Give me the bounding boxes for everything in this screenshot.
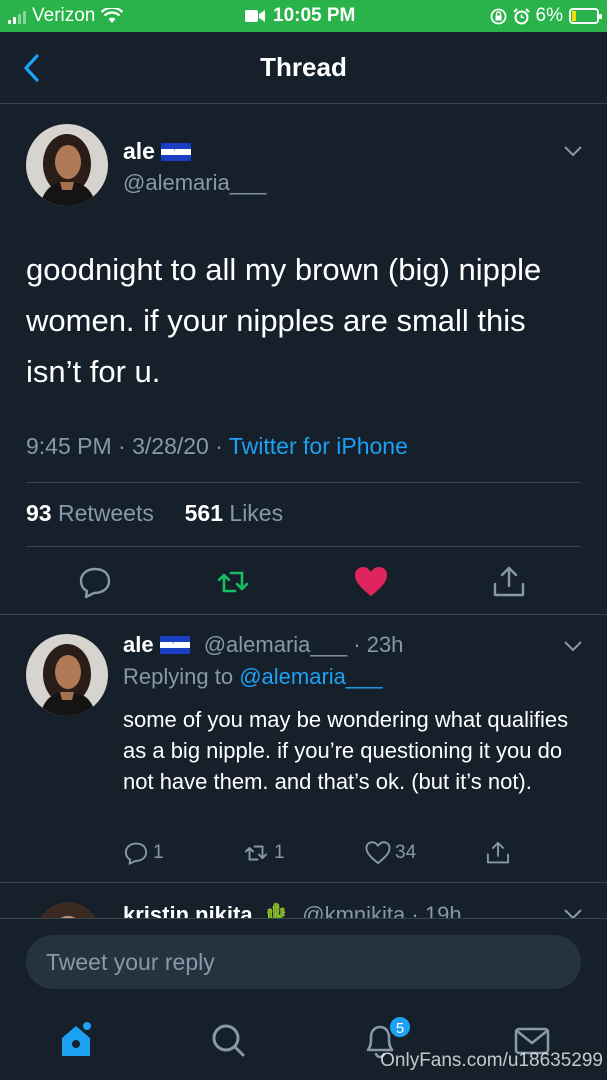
tweet-time: 9:45 PM bbox=[26, 433, 112, 459]
tweet-source-link[interactable]: Twitter for iPhone bbox=[229, 433, 408, 459]
author-name[interactable]: ale bbox=[123, 138, 191, 165]
notifications-badge: 5 bbox=[388, 1015, 412, 1039]
divider bbox=[0, 614, 607, 615]
chevron-down-icon[interactable] bbox=[563, 640, 583, 652]
reply-header: ale @alemaria___ · 23h bbox=[123, 632, 403, 658]
search-icon[interactable] bbox=[208, 1020, 248, 1060]
avatar[interactable] bbox=[26, 634, 108, 716]
reply-input[interactable] bbox=[26, 935, 581, 989]
retweet-icon[interactable] bbox=[215, 564, 251, 600]
heart-icon bbox=[365, 841, 391, 865]
share-icon bbox=[486, 841, 510, 864]
likes-stat[interactable]: 561 Likes bbox=[185, 500, 283, 526]
status-bar: Verizon 10:05 PM 6% bbox=[0, 0, 607, 32]
author-handle[interactable]: @alemaria___ bbox=[204, 632, 347, 657]
battery-percent: 6% bbox=[535, 5, 563, 26]
divider bbox=[26, 482, 581, 483]
tweet-age: 23h bbox=[366, 632, 404, 657]
share-icon[interactable] bbox=[491, 564, 527, 600]
cactus-icon: 🌵 bbox=[262, 902, 291, 918]
watermark: OnlyFans.com/u18635299 bbox=[380, 1050, 603, 1071]
retweet-count: 1 bbox=[274, 842, 285, 863]
battery-icon bbox=[569, 8, 602, 24]
avatar bbox=[36, 902, 100, 918]
header: Thread bbox=[0, 32, 607, 104]
next-tweet[interactable]: kristin nikita 🌵 @kmnikita · 19h bbox=[0, 884, 607, 918]
replying-to-handle[interactable]: @alemaria___ bbox=[239, 664, 382, 689]
honduras-flag-icon bbox=[160, 142, 191, 161]
tweet-date: 3/28/20 bbox=[132, 433, 209, 459]
author-handle: @kmnikita bbox=[302, 902, 406, 918]
share-button[interactable] bbox=[485, 840, 511, 866]
chevron-down-icon[interactable] bbox=[563, 145, 583, 157]
reply-icon bbox=[124, 842, 148, 865]
home-icon[interactable] bbox=[56, 1020, 96, 1060]
reply-count: 1 bbox=[153, 842, 164, 863]
author-name[interactable]: ale bbox=[123, 632, 154, 657]
reply-icon[interactable] bbox=[77, 564, 113, 600]
video-recording-icon bbox=[245, 10, 265, 22]
author-handle[interactable]: @alemaria___ bbox=[123, 170, 266, 196]
retweets-stat[interactable]: 93 Retweets bbox=[26, 500, 154, 526]
page-title: Thread bbox=[260, 52, 347, 82]
like-heart-icon[interactable] bbox=[353, 564, 389, 600]
retweet-button[interactable]: 1 bbox=[242, 840, 285, 866]
chevron-down-icon[interactable] bbox=[563, 908, 583, 918]
tweet-stats: 93 Retweets 561 Likes bbox=[26, 500, 283, 527]
replying-to: Replying to @alemaria___ bbox=[123, 664, 383, 689]
tweet-meta: 9:45 PM · 3/28/20 · Twitter for iPhone bbox=[26, 433, 408, 459]
reply-actions: 1 1 34 bbox=[0, 840, 607, 870]
retweet-icon bbox=[244, 845, 268, 861]
wifi-icon bbox=[101, 8, 124, 23]
avatar[interactable] bbox=[26, 124, 108, 206]
like-count: 34 bbox=[395, 842, 417, 863]
tweet-text: goodnight to all my brown (big) nipple w… bbox=[26, 252, 542, 389]
honduras-flag-icon bbox=[159, 635, 190, 654]
tweet-actions bbox=[0, 560, 607, 604]
tweet-age: 19h bbox=[424, 902, 462, 918]
tweet-text: some of you may be wondering what qualif… bbox=[123, 707, 569, 794]
orientation-lock-icon bbox=[490, 8, 506, 24]
reply-composer bbox=[0, 918, 607, 1004]
carrier-label: Verizon bbox=[32, 5, 96, 26]
alarm-icon bbox=[512, 7, 530, 24]
divider bbox=[26, 546, 581, 547]
clock: 10:05 PM bbox=[273, 5, 356, 26]
reply-button[interactable]: 1 bbox=[123, 840, 164, 866]
signal-icon bbox=[8, 8, 26, 24]
author-name: kristin nikita bbox=[123, 902, 253, 918]
like-button[interactable]: 34 bbox=[365, 840, 416, 866]
divider bbox=[0, 882, 607, 883]
